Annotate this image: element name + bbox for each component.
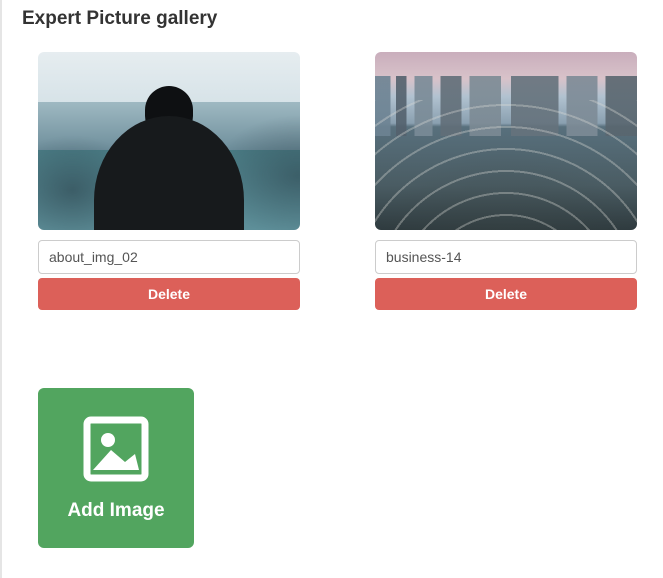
gallery-thumbnail[interactable] [38, 52, 300, 230]
gallery-thumbnail[interactable] [375, 52, 637, 230]
image-placeholder-icon [81, 414, 151, 484]
page-title: Expert Picture gallery [22, 8, 663, 30]
delete-button[interactable]: Delete [38, 278, 300, 310]
gallery-row: Delete Delete [20, 52, 663, 310]
gallery-item: Delete [375, 52, 637, 310]
image-name-input[interactable] [375, 240, 637, 274]
gallery-item: Delete [38, 52, 300, 310]
add-image-label: Add Image [67, 500, 164, 522]
add-image-button[interactable]: Add Image [38, 388, 194, 548]
image-name-input[interactable] [38, 240, 300, 274]
person-silhouette-icon [145, 86, 193, 136]
delete-button[interactable]: Delete [375, 278, 637, 310]
